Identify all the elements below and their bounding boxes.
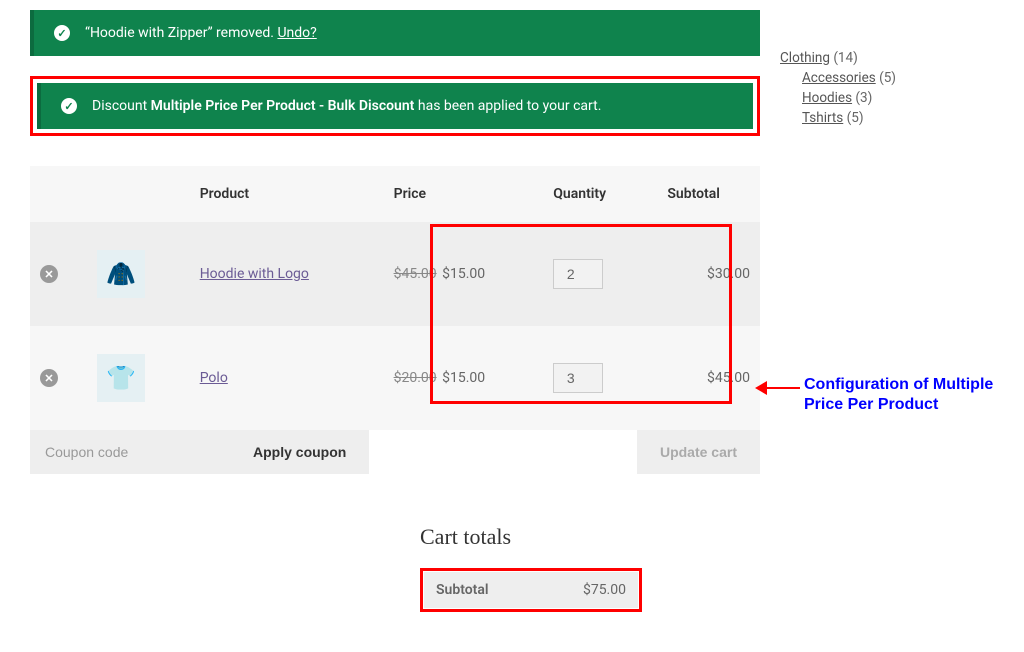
product-link[interactable]: Polo [200, 370, 228, 386]
discount-name: Multiple Price Per Product - Bulk Discou… [151, 98, 415, 114]
cart-wrapper: Product Price Quantity Subtotal ✕ 🧥 Hood… [30, 166, 760, 430]
price-new: $15.00 [442, 370, 485, 386]
category-link-clothing[interactable]: Clothing [780, 50, 830, 66]
remove-button[interactable]: ✕ [40, 265, 58, 283]
category-link-accessories[interactable]: Accessories [802, 70, 876, 86]
cart-totals: Cart totals Subtotal $75.00 [420, 524, 760, 612]
category-count: (5) [847, 110, 864, 126]
remove-button[interactable]: ✕ [40, 369, 58, 387]
coupon-input[interactable] [30, 430, 230, 474]
category-count: (14) [833, 50, 858, 66]
discount-suffix: has been applied to your cart. [414, 98, 601, 114]
category-link-tshirts[interactable]: Tshirts [802, 110, 843, 126]
removed-prefix: “Hoodie with Zipper” removed. [85, 25, 277, 41]
row-subtotal: $45.00 [657, 326, 760, 430]
update-cart-button[interactable]: Update cart [637, 430, 760, 474]
apply-coupon-button[interactable]: Apply coupon [230, 430, 369, 474]
totals-subtotal-label: Subtotal [424, 572, 538, 608]
totals-subtotal-value: $75.00 [538, 572, 638, 608]
header-product: Product [190, 166, 384, 222]
discount-notice-highlight: ✓ Discount Multiple Price Per Product - … [30, 76, 760, 136]
cart-table: Product Price Quantity Subtotal ✕ 🧥 Hood… [30, 166, 760, 430]
table-row: ✕ 👕 Polo $20.00 $15.00 $45.00 [30, 326, 760, 430]
category-count: (5) [879, 70, 896, 86]
row-subtotal: $30.00 [657, 222, 760, 326]
check-icon: ✓ [61, 98, 77, 114]
category-count: (3) [855, 90, 872, 106]
product-thumb[interactable]: 🧥 [97, 250, 145, 298]
product-thumb[interactable]: 👕 [97, 354, 145, 402]
quantity-stepper[interactable] [553, 259, 603, 289]
arrow-icon [755, 381, 800, 395]
annotation: Configuration of Multiple Price Per Prod… [755, 375, 1024, 415]
table-row: ✕ 🧥 Hoodie with Logo $45.00 $15.00 $30.0… [30, 222, 760, 326]
product-link[interactable]: Hoodie with Logo [200, 266, 309, 282]
cart-totals-title: Cart totals [420, 524, 760, 550]
cart-actions: Apply coupon Update cart [30, 430, 760, 474]
notice-discount: ✓ Discount Multiple Price Per Product - … [37, 83, 753, 129]
notice-removed: ✓ “Hoodie with Zipper” removed. Undo? [30, 10, 760, 56]
notice-removed-text: “Hoodie with Zipper” removed. Undo? [85, 25, 317, 41]
annotation-text: Configuration of Multiple Price Per Prod… [804, 375, 1024, 415]
category-link-hoodies[interactable]: Hoodies [802, 90, 852, 106]
totals-highlight-frame: Subtotal $75.00 [420, 568, 642, 612]
price-old: $20.00 [394, 370, 437, 386]
quantity-stepper[interactable] [553, 363, 603, 393]
check-icon: ✓ [54, 25, 70, 41]
notice-discount-text: Discount Multiple Price Per Product - Bu… [92, 98, 601, 114]
price-new: $15.00 [442, 266, 485, 282]
header-subtotal: Subtotal [657, 166, 760, 222]
header-price: Price [384, 166, 544, 222]
category-sidebar: Clothing (14) Accessories (5) Hoodies (3… [760, 0, 980, 652]
price-old: $45.00 [394, 266, 437, 282]
header-quantity: Quantity [543, 166, 657, 222]
undo-link[interactable]: Undo? [277, 25, 316, 41]
discount-prefix: Discount [92, 98, 151, 114]
